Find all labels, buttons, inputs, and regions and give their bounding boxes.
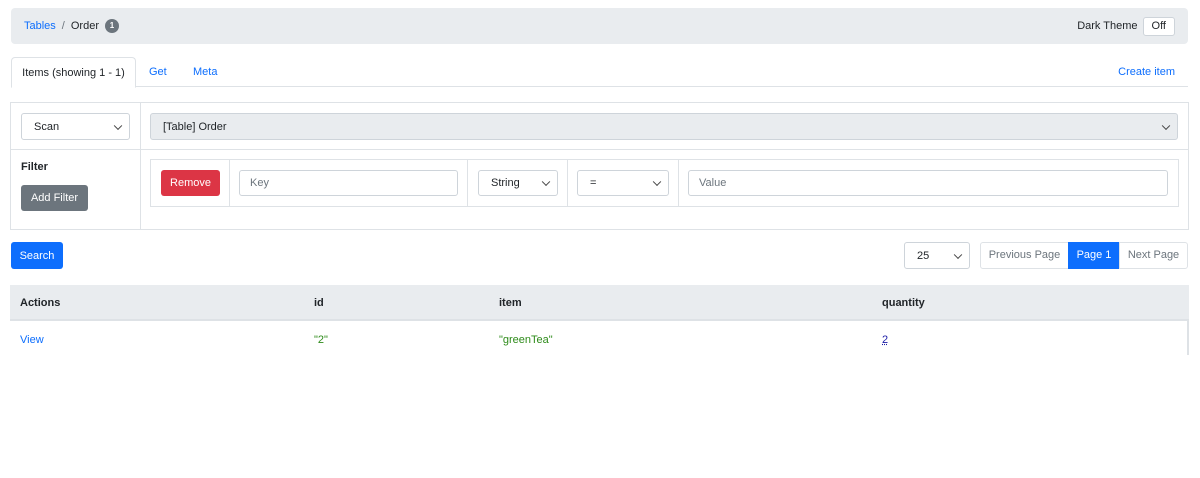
cell-quantity[interactable]: 2: [882, 334, 888, 346]
header-quantity: quantity: [882, 297, 925, 309]
filter-type-select[interactable]: String: [478, 170, 558, 196]
query-divider-vertical: [140, 103, 141, 229]
dark-theme-toggle[interactable]: Off: [1142, 16, 1175, 36]
chevron-down-icon: [1161, 121, 1171, 130]
header-id: id: [314, 297, 324, 309]
breadcrumb: Tables / Order 1 Dark Theme Off: [11, 8, 1188, 44]
search-button[interactable]: Search: [11, 242, 63, 269]
theme-switch: Dark Theme Off: [1077, 16, 1175, 36]
filter-key-placeholder: Key: [250, 177, 269, 189]
create-item-link[interactable]: Create item: [1118, 57, 1175, 87]
table-row: View "2" "greenTea" 2: [10, 321, 1189, 355]
next-page-button[interactable]: Next Page: [1119, 242, 1188, 269]
cell-item: "greenTea": [499, 334, 553, 346]
table-select[interactable]: [Table] Order: [150, 113, 1178, 140]
count-badge: 1: [104, 19, 119, 33]
pagination: Previous Page Page 1 Next Page: [980, 242, 1188, 269]
filter-label: Filter: [21, 161, 48, 173]
tab-meta[interactable]: Meta: [193, 57, 217, 87]
chevron-down-icon: [652, 177, 662, 187]
operation-select[interactable]: Scan: [21, 113, 130, 140]
dark-theme-label: Dark Theme: [1077, 20, 1138, 32]
current-page-button[interactable]: Page 1: [1068, 242, 1120, 269]
breadcrumb-separator: /: [61, 20, 65, 32]
breadcrumb-tables-link[interactable]: Tables: [24, 20, 56, 32]
tab-items[interactable]: Items (showing 1 - 1): [11, 57, 136, 88]
filter-cell-divider: [229, 160, 230, 206]
remove-filter-button[interactable]: Remove: [161, 170, 220, 196]
results-table: Actions id item quantity View "2" "green…: [10, 285, 1189, 355]
tabs: Items (showing 1 - 1) Get Meta Create it…: [11, 57, 1188, 88]
filter-operator-select[interactable]: =: [577, 170, 669, 196]
filter-value-input[interactable]: Value: [688, 170, 1168, 196]
query-panel: Scan [Table] Order Filter Add Filter Rem…: [10, 102, 1189, 230]
view-link[interactable]: View: [20, 321, 44, 355]
filter-operator-value: =: [590, 177, 597, 189]
chevron-down-icon: [953, 250, 963, 259]
filter-cell-divider: [678, 160, 679, 206]
chevron-down-icon: [113, 121, 123, 130]
filter-value-placeholder: Value: [699, 177, 727, 189]
operation-select-value: Scan: [34, 120, 60, 133]
query-divider-horizontal: [11, 149, 1188, 150]
filter-cell-divider: [567, 160, 568, 206]
page-size-value: 25: [917, 249, 930, 262]
table-header: Actions id item quantity: [10, 285, 1189, 321]
table-select-value: [Table] Order: [163, 120, 227, 133]
previous-page-button[interactable]: Previous Page: [980, 242, 1069, 269]
tab-get[interactable]: Get: [149, 57, 167, 87]
filter-key-input[interactable]: Key: [239, 170, 458, 196]
breadcrumb-current: Order: [70, 20, 99, 32]
header-item: item: [499, 297, 522, 309]
chevron-down-icon: [541, 177, 551, 187]
filter-row: Remove Key String = Value: [150, 159, 1179, 207]
header-actions: Actions: [20, 297, 61, 309]
page-size-select[interactable]: 25: [904, 242, 970, 269]
cell-id: "2": [314, 334, 328, 346]
filter-cell-divider: [467, 160, 468, 206]
add-filter-button[interactable]: Add Filter: [21, 185, 88, 211]
filter-type-value: String: [491, 177, 520, 189]
